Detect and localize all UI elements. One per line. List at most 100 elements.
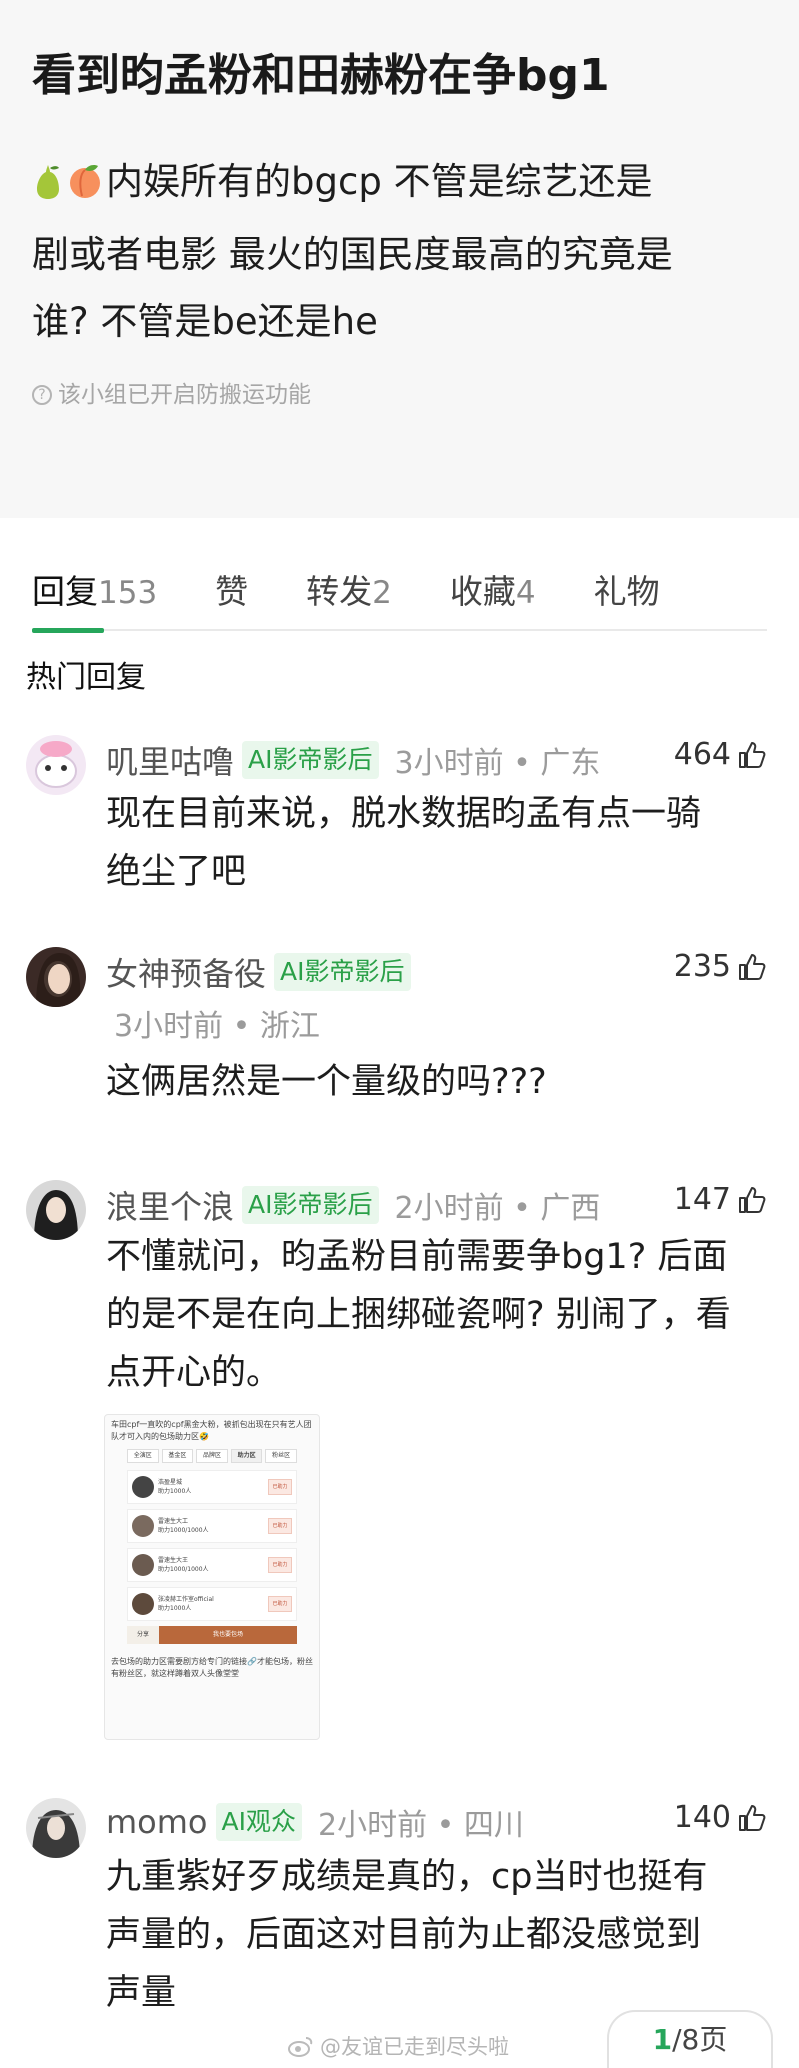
image-list-row: 张凌赫工作室official 助力1000人 已助力 xyxy=(127,1587,297,1621)
avatar[interactable] xyxy=(26,947,86,1007)
image-row-button: 已助力 xyxy=(268,1557,292,1573)
comment-username[interactable]: 叽里咕噜 xyxy=(106,737,234,783)
tab-replies[interactable]: 回复153 xyxy=(32,557,157,633)
pear-icon xyxy=(32,154,64,221)
user-badge: AI影帝影后 xyxy=(274,953,411,991)
image-tab: 基金区 xyxy=(161,1449,194,1463)
image-tab: 品牌区 xyxy=(196,1449,228,1463)
comment-line: 不懂就问，昀孟粉目前需要争bg1? 后面 xyxy=(106,1237,728,1277)
user-badge: AI影帝影后 xyxy=(242,1186,379,1224)
comment-time-location: 3小时前 • 浙江 xyxy=(114,1009,320,1044)
tab-reposts[interactable]: 转发2 xyxy=(306,557,392,631)
image-row-sub: 助力1000/1000人 xyxy=(158,1527,209,1534)
post-body-line-2: 剧或者电影 最火的国民度最高的究竟是 xyxy=(32,233,673,276)
comment-text: 现在目前来说，脱水数据昀孟有点一骑 绝尘了吧 xyxy=(106,785,763,901)
post-header: 看到昀孟粉和田赫粉在争bg1 内娱所有的bgcp 不管是综艺还是 剧或者电影 最… xyxy=(0,0,799,518)
image-row-sub: 助力1000人 xyxy=(158,1605,192,1612)
post-body-text-1: 内娱所有的bgcp 不管是综艺还是 xyxy=(106,160,653,203)
tab-gifts[interactable]: 礼物 xyxy=(594,557,660,631)
comment-text: 不懂就问，昀孟粉目前需要争bg1? 后面 的是不是在向上捆绑碰瓷啊? 别闹了，看… xyxy=(106,1228,763,1402)
image-tab: 全演区 xyxy=(127,1449,159,1463)
tab-likes[interactable]: 赞 xyxy=(215,557,248,631)
image-book-label: 我也要包场 xyxy=(159,1626,297,1644)
post-body-line-1: 内娱所有的bgcp 不管是综艺还是 xyxy=(32,148,767,221)
current-page: 1 xyxy=(652,2023,673,2056)
tab-favorites-count: 4 xyxy=(515,575,536,611)
page-indicator[interactable]: 1/8页 xyxy=(607,2010,773,2068)
comment-username[interactable]: 浪里个浪 xyxy=(106,1182,234,1228)
tab-replies-label: 回复 xyxy=(32,572,98,611)
image-list-row: 雷速生大王助力1000/1000人 已助力 xyxy=(127,1548,297,1582)
tab-reposts-count: 2 xyxy=(372,575,392,611)
total-pages: /8页 xyxy=(672,2023,728,2056)
image-row-avatar xyxy=(132,1593,154,1615)
comment-meta-second-line: 3小时前 • 浙江 xyxy=(106,1001,320,1045)
image-row-avatar xyxy=(132,1476,154,1498)
comment-item: momo AI观众 2小时前 • 四川 140 九重紫好歹成绩是真的，cp当时也… xyxy=(26,1796,773,2026)
watermark-text: @友谊已走到尽头啦 xyxy=(320,2035,509,2059)
image-row-text: 雷速生大工助力1000/1000人 xyxy=(158,1517,264,1535)
comment-line: 这俩居然是一个量级的吗??? xyxy=(106,1062,547,1102)
image-tab: 助力区 xyxy=(230,1449,263,1463)
thumbs-up-icon xyxy=(739,1804,766,1831)
thumbs-up-icon xyxy=(739,741,766,768)
avatar[interactable] xyxy=(26,1798,86,1858)
comment-line: 声量的，后面这对目前为止都没感觉到 xyxy=(106,1915,702,1955)
comment-meta: 叽里咕噜 AI影帝影后 3小时前 • 广东 xyxy=(106,737,600,783)
avatar[interactable] xyxy=(26,1180,86,1240)
image-row-sub: 助力1000人 xyxy=(158,1488,192,1495)
comment-line: 现在目前来说，脱水数据昀孟有点一骑 xyxy=(106,794,702,834)
anti-repost-notice: ? 该小组已开启防搬运功能 xyxy=(32,375,767,415)
image-row-name: 雷速生大工 xyxy=(158,1518,189,1525)
image-row-name: 雷速生大王 xyxy=(158,1557,189,1564)
comment-text: 九重紫好歹成绩是真的，cp当时也挺有 声量的，后面这对目前为止都没感觉到 声量 xyxy=(106,1848,763,2022)
image-row-text: 雷速生大王助力1000/1000人 xyxy=(158,1556,264,1574)
comment-line: 绝尘了吧 xyxy=(106,852,247,892)
image-tab-row: 全演区 基金区 品牌区 助力区 粉丝区 xyxy=(105,1447,319,1465)
comment-meta: 女神预备役 AI影帝影后 xyxy=(106,949,411,995)
user-badge: AI观众 xyxy=(215,1803,302,1841)
post-title: 看到昀孟粉和田赫粉在争bg1 xyxy=(32,50,610,101)
image-tab: 粉丝区 xyxy=(265,1449,297,1463)
help-circle-icon: ? xyxy=(32,385,52,405)
post-body-line-3: 谁? 不管是be还是he xyxy=(32,300,378,343)
peach-icon xyxy=(66,154,104,221)
hot-replies-heading: 热门回复 xyxy=(26,660,146,695)
comment-text: 这俩居然是一个量级的吗??? xyxy=(106,1053,763,1111)
tab-favorites-label: 收藏 xyxy=(449,572,516,611)
like-button[interactable]: 235 xyxy=(674,949,767,984)
image-row-sub: 助力1000/1000人 xyxy=(158,1566,209,1573)
thumbs-up-icon xyxy=(739,953,766,980)
image-share-label: 分享 xyxy=(127,1626,159,1644)
tab-favorites[interactable]: 收藏4 xyxy=(450,557,536,631)
image-list-row: 浩盈星城 助力1000人 已助力 xyxy=(127,1470,297,1504)
comment-line: 的是不是在向上捆绑碰瓷啊? 别闹了，看 xyxy=(106,1295,731,1335)
image-bottom-bar: 分享 我也要包场 xyxy=(127,1626,297,1644)
image-row-button: 已助力 xyxy=(268,1479,292,1495)
user-badge: AI影帝影后 xyxy=(242,741,379,779)
tab-likes-label: 赞 xyxy=(215,572,249,611)
like-count: 464 xyxy=(673,737,731,772)
like-button[interactable]: 140 xyxy=(674,1800,767,1835)
thumbs-up-icon xyxy=(739,1186,766,1213)
comment-meta: momo AI观众 2小时前 • 四川 xyxy=(106,1800,524,1844)
comment-meta: 浪里个浪 AI影帝影后 2小时前 • 广西 xyxy=(106,1182,600,1228)
tab-reposts-label: 转发 xyxy=(306,572,373,611)
comment-image[interactable]: 车田cpf一直吹的cpf黑金大粉，被抓包出现在只有艺人团队才可入内的包场助力区🤣… xyxy=(104,1414,320,1740)
weibo-icon xyxy=(288,2037,313,2057)
image-row-text: 浩盈星城 助力1000人 xyxy=(158,1478,264,1496)
comment-line: 九重紫好歹成绩是真的，cp当时也挺有 xyxy=(106,1857,708,1897)
post-body: 内娱所有的bgcp 不管是综艺还是 剧或者电影 最火的国民度最高的究竟是 谁? … xyxy=(32,148,767,355)
comment-item: 女神预备役 AI影帝影后 3小时前 • 浙江 235 这俩居然是一个量级的吗??… xyxy=(26,945,773,1115)
image-caption: 车田cpf一直吹的cpf黑金大粉，被抓包出现在只有艺人团队才可入内的包场助力区🤣 xyxy=(111,1420,312,1441)
comment-username[interactable]: 女神预备役 xyxy=(106,949,266,995)
like-button[interactable]: 464 xyxy=(674,737,767,772)
avatar[interactable] xyxy=(26,735,86,795)
image-list-row: 雷速生大工 助力1000/1000人 已助力 xyxy=(127,1509,297,1543)
image-row-name: 张凌赫工作室official xyxy=(158,1596,214,1603)
comment-username[interactable]: momo xyxy=(106,1803,208,1841)
image-row-text: 张凌赫工作室official 助力1000人 xyxy=(158,1595,264,1613)
comment-item: 叽里咕噜 AI影帝影后 3小时前 • 广东 464 现在目前来说，脱水数据昀孟有… xyxy=(26,733,773,913)
comment-line: 点开心的。 xyxy=(106,1353,282,1393)
like-button[interactable]: 147 xyxy=(674,1182,767,1217)
